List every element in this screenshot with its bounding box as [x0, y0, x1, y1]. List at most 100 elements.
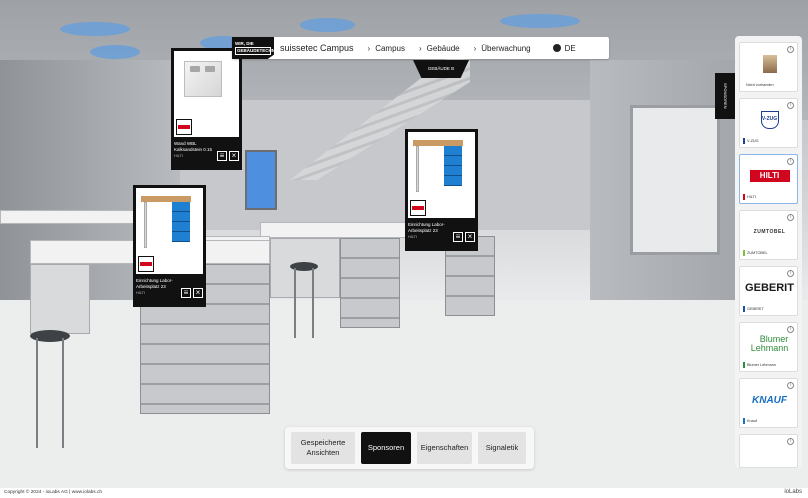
- 3d-scene-viewport[interactable]: [0, 0, 808, 488]
- logo-text: GEBÄUDETECHNIKER: [235, 47, 286, 55]
- stool-leg: [312, 268, 314, 338]
- sponsor-label: Nicht vorhanden: [746, 83, 774, 87]
- button-label: Ansichten: [306, 448, 340, 457]
- suissetec-logo[interactable]: WIR, DIE GEBÄUDETECHNIKER: [232, 37, 274, 59]
- product-popup-desk[interactable]: Einrichtung Labor-Arbeitsplatz 23 HILTI …: [133, 185, 206, 307]
- saved-views-button[interactable]: Gespeicherte Ansichten: [291, 432, 355, 464]
- bench-drawers: [340, 238, 400, 328]
- stool-leg: [36, 338, 38, 448]
- button-label: Gespeicherte: [300, 438, 346, 447]
- sponsor-sidebar[interactable]: i Nicht vorhanden V-ZUG i V-ZUG HILTI i …: [735, 36, 802, 468]
- product-title: Einrichtung Labor-Arbeitsplatz 23: [136, 278, 173, 289]
- help-icon[interactable]: ?: [595, 42, 607, 54]
- breadcrumb-building[interactable]: › Gebäude: [419, 44, 460, 53]
- sponsor-label: V-ZUG: [747, 139, 759, 143]
- info-icon[interactable]: i: [787, 382, 794, 389]
- copyright-text: Copyright © 2024 - ioLabs AG | www.iolab…: [4, 490, 103, 495]
- sponsor-color-bar: [743, 250, 745, 256]
- sponsor-card-vzug[interactable]: V-ZUG i V-ZUG: [739, 98, 798, 148]
- sponsor-label: HILTI: [747, 195, 757, 199]
- building-thumbnail-icon: [740, 51, 799, 77]
- sponsor-label: ZUMTOBEL: [747, 251, 768, 255]
- close-icon[interactable]: ×: [229, 151, 239, 161]
- sponsor-label: GEBERIT: [747, 307, 764, 311]
- product-title: Wand WBL Kalksandstein 0.15: [174, 141, 213, 152]
- bench-base: [30, 264, 90, 334]
- sponsor-color-bar: [743, 194, 745, 200]
- sponsors-button[interactable]: Sponsoren: [361, 432, 411, 464]
- product-image: [174, 51, 239, 137]
- sponsor-label: Blumer Lehmann: [747, 363, 776, 367]
- lab-bench: [0, 210, 140, 224]
- geberit-logo: GEBERIT: [745, 282, 794, 294]
- breadcrumb-monitoring[interactable]: › Überwachung: [474, 44, 531, 53]
- info-icon[interactable]: i: [787, 326, 794, 333]
- hilti-badge: [410, 200, 426, 216]
- desk-leg-image: [144, 202, 147, 248]
- product-image: [408, 132, 475, 218]
- signage-button[interactable]: Signaletik: [478, 432, 526, 464]
- ceiling-lamp: [60, 22, 130, 36]
- language-label: DE: [564, 43, 576, 53]
- app-title: suissetec Campus: [280, 43, 354, 53]
- chevron-right-icon: ›: [419, 43, 422, 53]
- info-icon[interactable]: i: [787, 102, 794, 109]
- stool-leg: [294, 268, 296, 338]
- globe-icon: [552, 44, 561, 52]
- hilti-badge: [138, 256, 154, 272]
- ceiling-lamp: [300, 18, 355, 32]
- doorway: [630, 105, 720, 255]
- menu-icon[interactable]: ≡: [217, 151, 227, 161]
- product-title: Einrichtung Labor-Arbeitsplatz 23: [408, 222, 445, 233]
- footer: Copyright © 2024 - ioLabs AG | www.iolab…: [0, 488, 808, 498]
- info-icon[interactable]: i: [787, 214, 794, 221]
- sponsor-label: Knauf: [747, 419, 757, 423]
- menu-icon[interactable]: ≡: [181, 288, 191, 298]
- info-icon[interactable]: i: [787, 158, 794, 165]
- ceiling-lamp: [90, 45, 140, 59]
- sponsor-card-none[interactable]: i Nicht vorhanden: [739, 42, 798, 92]
- vzug-logo: V-ZUG: [740, 107, 799, 133]
- close-icon[interactable]: ×: [193, 288, 203, 298]
- building-tab[interactable]: GEBÄUDE B: [413, 60, 469, 78]
- properties-button[interactable]: Eigenschaften: [417, 432, 472, 464]
- sponsor-card-zumtobel[interactable]: ZUMTOBEL i ZUMTOBEL: [739, 210, 798, 260]
- masonry-block-image: [184, 61, 222, 97]
- sponsor-color-bar: [743, 362, 745, 368]
- info-icon[interactable]: i: [787, 270, 794, 277]
- sponsors-flag[interactable]: SPONSOREN: [715, 73, 735, 119]
- window: [245, 150, 277, 210]
- desk-leg-image: [416, 146, 419, 192]
- ceiling-lamp: [500, 14, 580, 28]
- info-icon[interactable]: i: [787, 46, 794, 53]
- sponsor-card-blumer-lehmann[interactable]: Blumer Lehmann i Blumer Lehmann: [739, 322, 798, 372]
- sponsor-color-bar: [743, 306, 745, 312]
- top-navigation: WIR, DIE GEBÄUDETECHNIKER suissetec Camp…: [232, 37, 609, 59]
- language-selector[interactable]: DE: [552, 43, 576, 53]
- menu-icon[interactable]: ≡: [453, 232, 463, 242]
- breadcrumb-label: Überwachung: [481, 43, 531, 53]
- sponsor-card-hilti[interactable]: HILTI i HILTI: [739, 154, 798, 204]
- chevron-right-icon: ›: [473, 43, 477, 53]
- iolabs-logo: ioLabs: [784, 489, 802, 495]
- bottom-toolbar: Gespeicherte Ansichten Sponsoren Eigensch…: [285, 427, 534, 469]
- sponsor-color-bar: [743, 418, 745, 424]
- breadcrumb-label: Campus: [375, 43, 405, 53]
- sponsor-color-bar: [743, 138, 745, 144]
- stool-leg: [62, 338, 64, 448]
- blumer-lehmann-logo: Blumer Lehmann: [750, 334, 789, 353]
- product-popup-wall[interactable]: Wand WBL Kalksandstein 0.15 HILTI ≡ ×: [171, 48, 242, 170]
- close-icon[interactable]: ×: [465, 232, 475, 242]
- desk-drawers-image: [444, 146, 462, 186]
- sponsor-card-more[interactable]: i: [739, 434, 798, 468]
- chevron-right-icon: ›: [367, 43, 371, 53]
- desk-drawers-image: [172, 202, 190, 242]
- info-icon[interactable]: i: [787, 438, 794, 445]
- hilti-logo: HILTI: [740, 163, 799, 189]
- product-popup-desk[interactable]: Einrichtung Labor-Arbeitsplatz 23 HILTI …: [405, 129, 478, 251]
- sponsor-card-knauf[interactable]: KNAUF i Knauf: [739, 378, 798, 428]
- breadcrumb-campus[interactable]: › Campus: [368, 44, 405, 53]
- hilti-badge: [176, 119, 192, 135]
- sponsor-card-geberit[interactable]: GEBERIT i GEBERIT: [739, 266, 798, 316]
- breadcrumb-label: Gebäude: [426, 43, 460, 53]
